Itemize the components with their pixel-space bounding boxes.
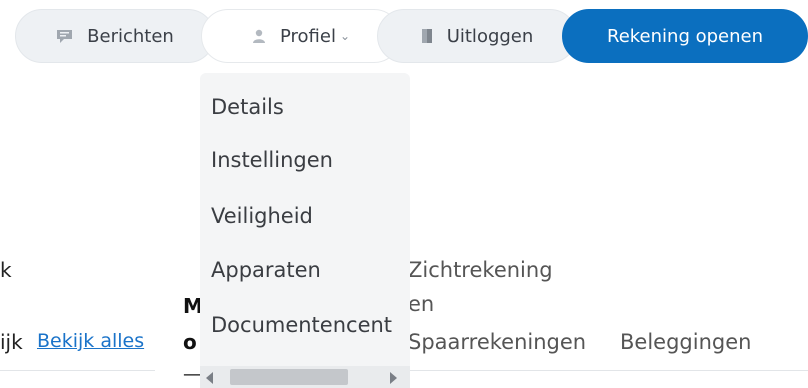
partial-bold-text-2: o [183,330,197,354]
divider [0,370,155,371]
tab-zichtrekening[interactable]: Zichtrekening [408,258,553,282]
message-icon [56,29,73,44]
logout-door-icon [421,28,433,44]
scrollbar-thumb[interactable] [230,369,348,385]
scroll-right-icon[interactable] [390,372,397,384]
berichten-button[interactable]: Berichten [15,9,215,63]
partial-dash: — [183,364,201,385]
bekijk-alles-link[interactable]: Bekijk alles [37,330,144,352]
menu-item-instellingen[interactable]: Instellingen [211,148,333,172]
user-icon [252,29,266,44]
tab-spaarrekeningen[interactable]: Spaarrekeningen [408,330,586,354]
partial-heading-text: k [0,258,12,282]
tab-zichtrekening-continued: en [408,292,435,316]
rekening-openen-button[interactable]: Rekening openen [562,9,808,63]
tab-beleggingen[interactable]: Beleggingen [620,330,751,354]
profiel-label: Profiel [279,25,336,47]
divider-right [408,370,808,371]
menu-item-documentencentrum[interactable]: Documentencent [211,313,392,337]
menu-item-veiligheid[interactable]: Veiligheid [211,204,313,228]
profiel-menu-button[interactable]: Profiel ⌄ [201,9,401,63]
profiel-dropdown-menu: Details Instellingen Veiligheid Apparate… [200,73,410,388]
chevron-down-icon: ⌄ [339,29,351,43]
uitloggen-button[interactable]: Uitloggen [377,9,577,63]
uitloggen-label: Uitloggen [446,25,534,47]
berichten-label: Berichten [87,25,174,47]
menu-item-apparaten[interactable]: Apparaten [211,258,321,282]
horizontal-scrollbar[interactable] [200,366,410,388]
partial-label-text: ijk [0,330,23,354]
menu-item-details[interactable]: Details [211,95,284,119]
scroll-left-icon[interactable] [206,372,213,384]
rekening-openen-label: Rekening openen [607,25,763,47]
